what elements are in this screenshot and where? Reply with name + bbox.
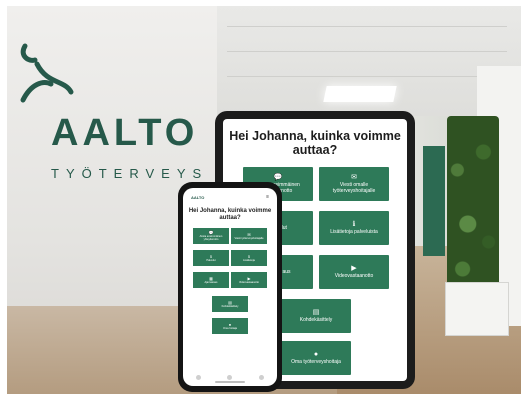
phone-button-services[interactable]: ℹ Palvelut: [193, 250, 229, 266]
ceiling-light: [323, 86, 397, 102]
nav-dot-icon[interactable]: [196, 375, 202, 380]
phone-brand: AALTO: [191, 195, 205, 200]
phone-bottom-nav: [183, 375, 277, 380]
menu-icon[interactable]: ≡: [266, 194, 269, 200]
tablet-button-target-handling[interactable]: ▤ Kohdekäsittely: [281, 299, 351, 333]
phone-button-video-visit[interactable]: ▶ Videovastaanotto: [231, 272, 267, 288]
home-indicator: [215, 381, 245, 383]
planter-box: [445, 282, 509, 336]
video-icon: ▶: [351, 265, 357, 272]
phone-screen: AALTO ≡ Hei Johanna, kuinka voimme autta…: [183, 188, 277, 386]
plant-wall: [447, 116, 499, 296]
brand-name: AALTO: [51, 112, 199, 154]
nav-dot-icon[interactable]: [258, 375, 264, 380]
tablet-button-more-info[interactable]: ℹ Lisätietoja palveluista: [319, 211, 389, 245]
phone-button-message-nurse[interactable]: ✉ Viesti työterveyshoitajalle: [231, 228, 267, 244]
tablet-heading: Hei Johanna, kuinka voimme auttaa?: [229, 129, 401, 157]
chat-icon: 💬: [273, 174, 283, 181]
info-icon: ℹ: [352, 221, 356, 228]
aalto-logo-mark-icon: [20, 43, 74, 103]
phone-heading: Hei Johanna, kuinka voimme auttaa?: [188, 208, 272, 221]
person-icon: ●: [313, 351, 319, 358]
office-hallway-photo: AALTO TYÖTERVEYS Hei Johanna, kuinka voi…: [7, 6, 521, 394]
mail-icon: ✉: [351, 174, 357, 181]
phone-device: AALTO ≡ Hei Johanna, kuinka voimme autta…: [178, 182, 282, 392]
tablet-button-own-nurse[interactable]: ● Oma työterveyshoitaja: [281, 341, 351, 375]
tablet-button-video-visit[interactable]: ▶ Videovastaanotto: [319, 255, 389, 289]
phone-button-start-contact[interactable]: 💬 Aloita ensimmäinen yhteydenotto: [193, 228, 229, 244]
nav-dot-icon[interactable]: [227, 375, 233, 380]
phone-button-target-handling[interactable]: ▤ Kohdekäsittely: [212, 296, 248, 312]
brand-subtitle: TYÖTERVEYS: [51, 166, 209, 181]
clipboard-icon: ▤: [312, 309, 320, 316]
phone-button-own-nurse[interactable]: ● Oma hoitaja: [212, 318, 248, 334]
tablet-button-message-nurse[interactable]: ✉ Viesti omalle työterveyshoitajalle: [319, 167, 389, 201]
phone-button-booking[interactable]: ▦ Ajanvaraus: [193, 272, 229, 288]
phone-button-more-info[interactable]: ℹ Lisätietoja: [231, 250, 267, 266]
green-door: [423, 146, 445, 256]
